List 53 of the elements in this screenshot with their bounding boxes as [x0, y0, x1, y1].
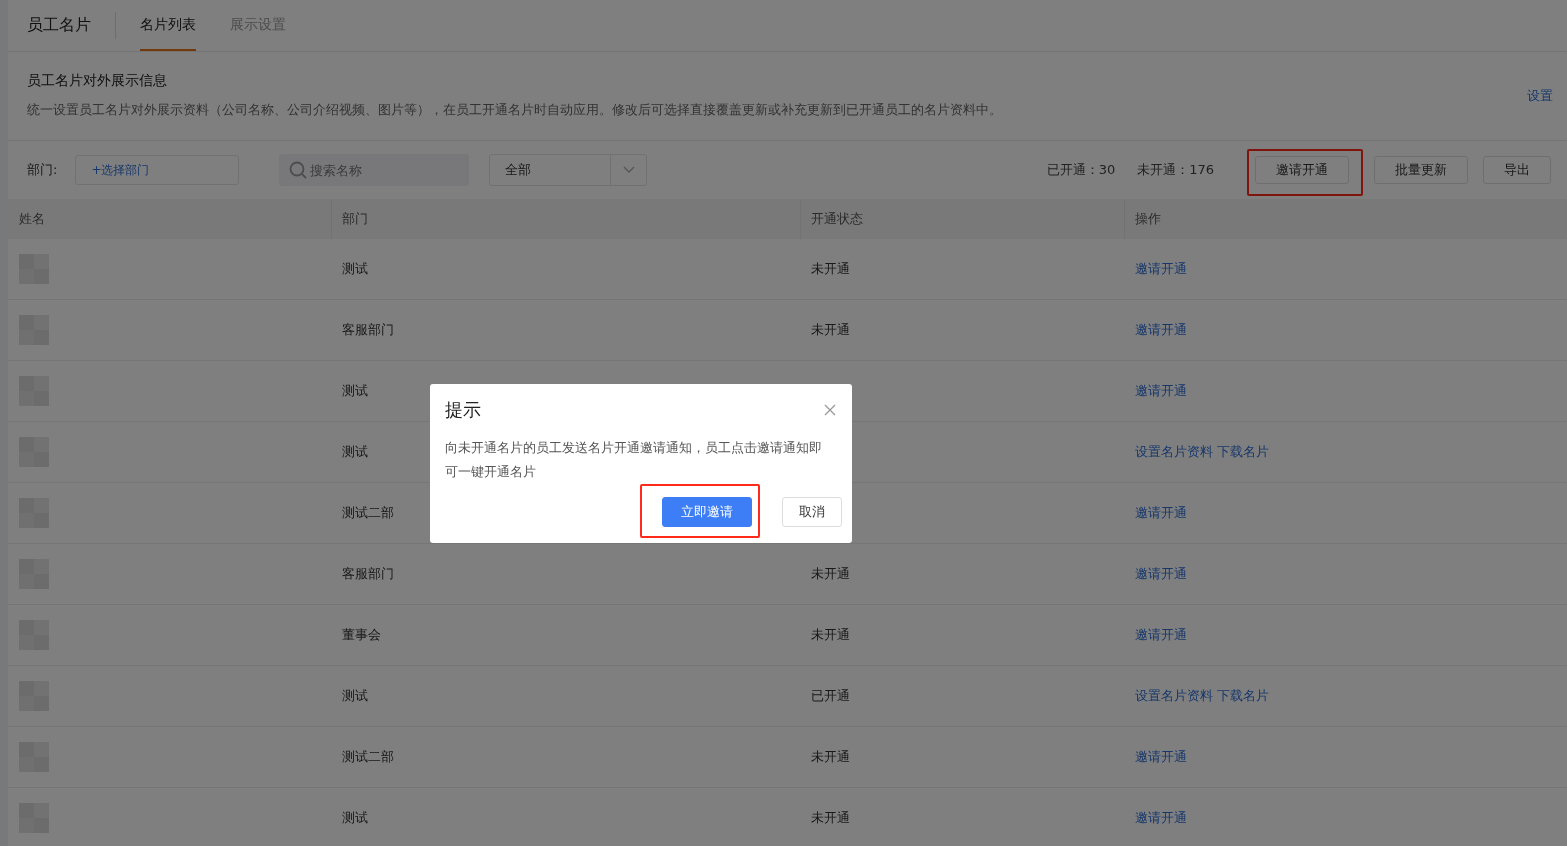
table-cell: 测试	[342, 809, 368, 825]
table-cell: 未开通	[811, 626, 850, 642]
department-label: 部门:	[27, 161, 58, 179]
table-cell: 已开通	[811, 687, 850, 703]
close-icon[interactable]	[824, 404, 836, 416]
action-link[interactable]: 邀请开通	[1135, 626, 1187, 642]
table-cell: 未开通	[811, 260, 850, 276]
table-cell: 测试	[342, 260, 368, 276]
table-cell: 测试	[342, 687, 368, 703]
table-cell: 测试二部	[342, 748, 394, 764]
chevron-down-icon	[622, 166, 635, 174]
action-link[interactable]: 设置名片资料	[1135, 443, 1213, 459]
tab[interactable]: 名片列表	[140, 0, 196, 51]
action-link[interactable]: 邀请开通	[1135, 504, 1187, 520]
section-title: 员工名片对外展示信息	[27, 72, 168, 90]
table-cell: 测试二部	[342, 504, 394, 520]
unopened-count: 未开通：176	[1137, 161, 1214, 179]
column-header: 部门	[342, 210, 368, 228]
search-field[interactable]: 搜索名称	[279, 154, 470, 186]
action-link[interactable]: 邀请开通	[1135, 321, 1187, 337]
table-cell: 客服部门	[342, 565, 394, 581]
dialog-button[interactable]: 取消	[782, 497, 842, 527]
action-link[interactable]: 邀请开通	[1135, 260, 1187, 276]
action-link[interactable]: 邀请开通	[1135, 565, 1187, 581]
table-cell: 董事会	[342, 626, 381, 642]
action-link[interactable]: 下载名片	[1217, 687, 1269, 703]
table-cell: 未开通	[811, 321, 850, 337]
action-link[interactable]: 邀请开通	[1135, 809, 1187, 825]
toolbar-button[interactable]: 邀请开通	[1255, 156, 1349, 184]
table-cell: 未开通	[811, 565, 850, 581]
table-cell: 测试	[342, 382, 368, 398]
action-link[interactable]: 设置名片资料	[1135, 687, 1213, 703]
table-cell: 未开通	[811, 748, 850, 764]
search-icon	[289, 161, 308, 179]
action-link[interactable]: 邀请开通	[1135, 382, 1187, 398]
dialog-button[interactable]: 立即邀请	[662, 497, 752, 527]
opened-count: 已开通：30	[1046, 161, 1116, 179]
toolbar-button[interactable]: 批量更新	[1374, 156, 1468, 184]
table-cell: 测试	[342, 443, 368, 459]
column-header: 姓名	[19, 210, 45, 228]
department-picker[interactable]: +选择部门	[75, 155, 240, 185]
column-header: 操作	[1135, 210, 1161, 228]
toolbar-button[interactable]: 导出	[1483, 156, 1551, 184]
action-link[interactable]: 下载名片	[1217, 443, 1269, 459]
action-link[interactable]: 邀请开通	[1135, 748, 1187, 764]
table-cell: 客服部门	[342, 321, 394, 337]
dialog-title: 提示	[445, 398, 481, 422]
dialog-message: 向未开通名片的员工发送名片开通邀请通知，员工点击邀请通知即可一键开通名片	[445, 439, 823, 481]
settings-link[interactable]: 设置	[1527, 86, 1553, 105]
table-cell: 未开通	[811, 809, 850, 825]
page-title: 员工名片	[27, 14, 91, 36]
status-select[interactable]: 全部	[489, 154, 648, 186]
column-header: 开通状态	[811, 210, 863, 228]
